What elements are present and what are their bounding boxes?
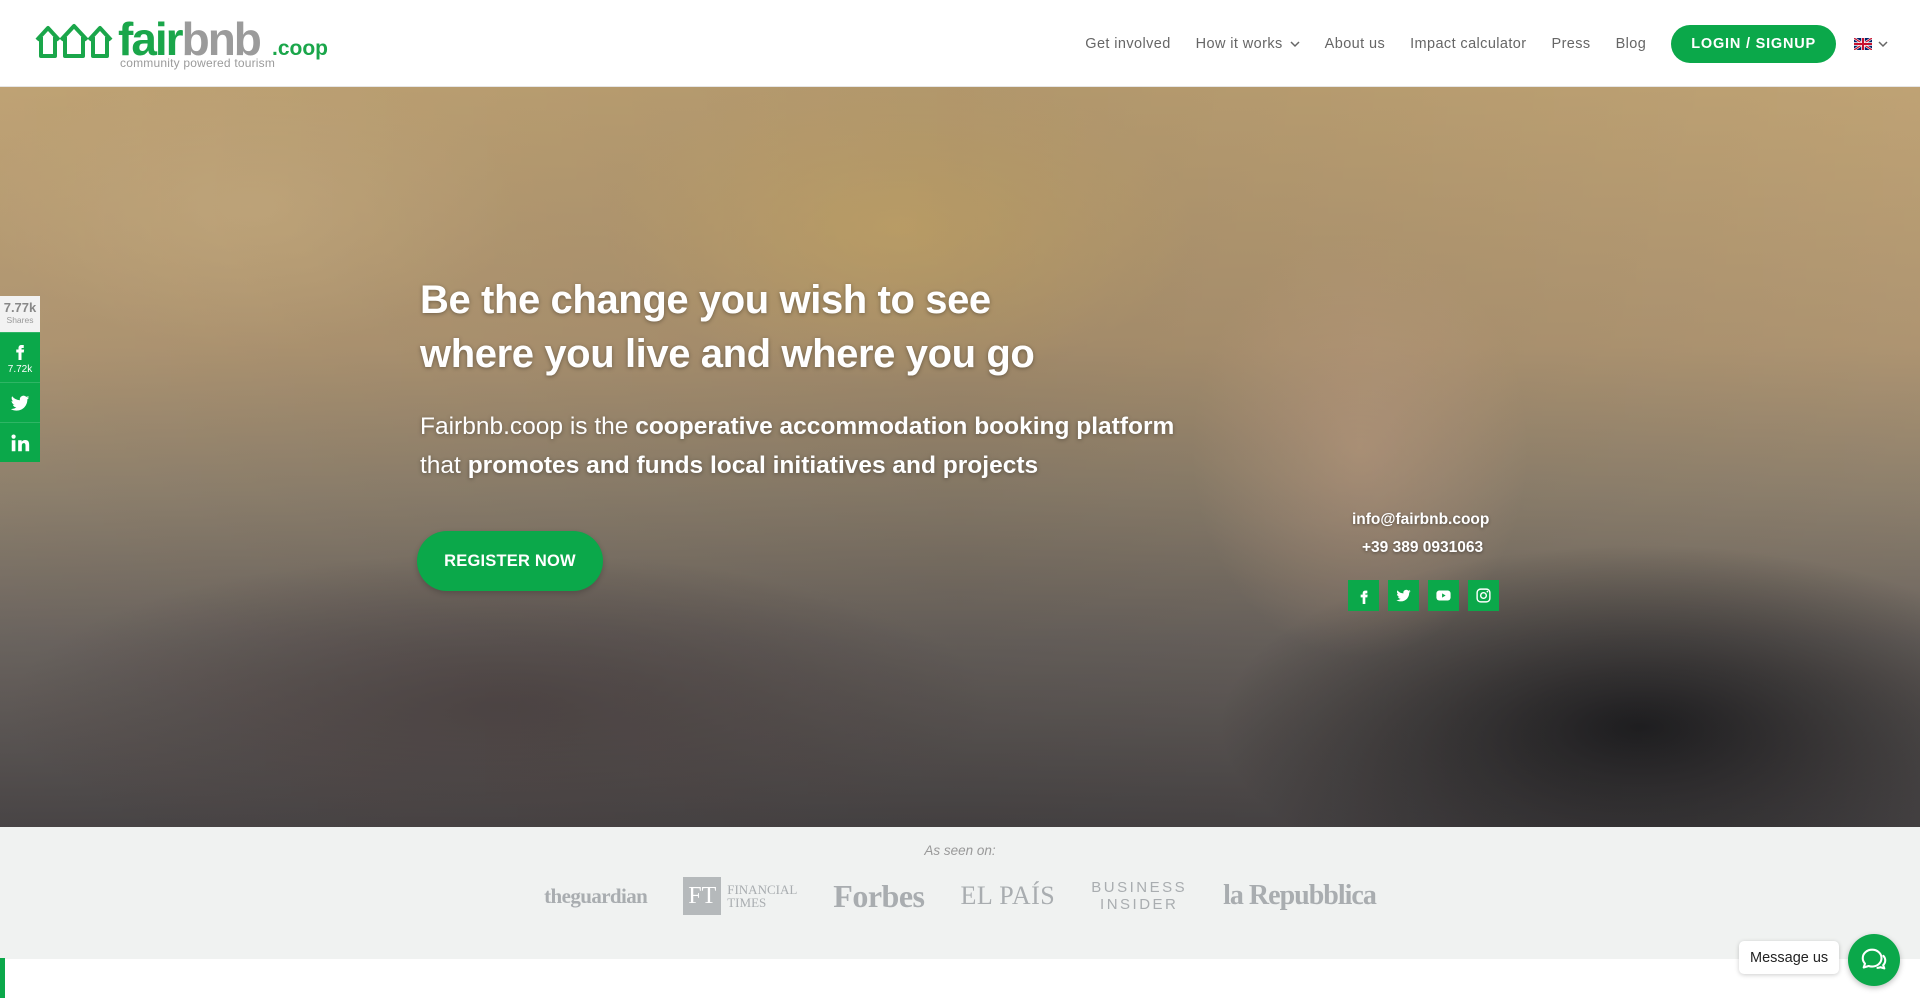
twitter-icon xyxy=(10,395,30,411)
chevron-down-icon xyxy=(1878,40,1888,47)
hero-subtitle: Fairbnb.coop is the cooperative accommod… xyxy=(420,413,1175,479)
hero-section: Be the change you wish to see where you … xyxy=(0,87,1920,827)
language-switcher[interactable] xyxy=(1854,37,1888,50)
site-header: fairbnb .coop community powered tourism … xyxy=(0,0,1920,87)
press-logos: theguardian FT FINANCIAL TIMES Forbes EL … xyxy=(0,877,1920,915)
hero-title-line-1: Be the change you wish to see xyxy=(420,278,991,322)
guardian-logo: theguardian xyxy=(544,883,648,908)
hero-title: Be the change you wish to see where you … xyxy=(420,273,1120,381)
twitter-link[interactable] xyxy=(1388,580,1419,611)
la-repubblica-logo: la Repubblica xyxy=(1223,880,1377,911)
facebook-link[interactable] xyxy=(1348,580,1379,611)
el-pais-logo: EL PAÍS xyxy=(960,881,1056,910)
nav-impact-calculator[interactable]: Impact calculator xyxy=(1410,36,1526,52)
business-insider-logo: BUSINESS INSIDER xyxy=(1091,879,1188,913)
facebook-share-count: 7.72k xyxy=(7,364,33,375)
contact-email-link[interactable]: info@fairbnb.coop xyxy=(1352,511,1489,529)
facebook-icon xyxy=(16,345,25,360)
forbes-logo: Forbes xyxy=(833,877,925,914)
logo-suffix: .coop xyxy=(272,37,328,60)
share-facebook-button[interactable]: 7.72k xyxy=(0,332,40,382)
share-total: 7.77k Shares xyxy=(0,296,40,332)
fairbnb-logo[interactable]: fairbnb .coop community powered tourism xyxy=(34,16,334,70)
press-label: As seen on: xyxy=(924,843,996,858)
linkedin-icon xyxy=(11,433,30,451)
uk-flag-icon xyxy=(1854,37,1872,50)
chat-button[interactable] xyxy=(1848,934,1900,986)
hero-title-line-2: where you live and where you go xyxy=(420,332,1035,376)
login-signup-button[interactable]: LOGIN / SIGNUP xyxy=(1671,24,1836,63)
nav-about-us[interactable]: About us xyxy=(1325,36,1385,52)
nav-get-involved[interactable]: Get involved xyxy=(1085,36,1170,52)
share-twitter-button[interactable] xyxy=(0,382,40,422)
feedback-tab[interactable] xyxy=(0,958,5,998)
chat-bubbles-icon xyxy=(1861,948,1887,970)
instagram-link[interactable] xyxy=(1468,580,1499,611)
youtube-icon xyxy=(1436,590,1451,601)
financial-times-logo: FT FINANCIAL TIMES xyxy=(683,877,797,915)
twitter-icon xyxy=(1396,589,1411,602)
instagram-icon xyxy=(1476,588,1491,603)
main-nav: Get involved How it works About us Impac… xyxy=(1060,0,1920,87)
nav-how-it-works[interactable]: How it works xyxy=(1196,36,1300,52)
logo-tagline: community powered tourism xyxy=(120,56,276,70)
register-now-button[interactable]: REGISTER NOW xyxy=(417,531,603,591)
houses-icon xyxy=(35,24,113,58)
chevron-down-icon xyxy=(1290,40,1300,47)
contact-phone-link[interactable]: +39 389 0931063 xyxy=(1362,539,1483,557)
next-section xyxy=(0,959,1920,1008)
press-section: As seen on: theguardian FT FINANCIAL TIME… xyxy=(0,827,1920,959)
share-sidebar: 7.77k Shares 7.72k xyxy=(0,296,40,462)
facebook-icon xyxy=(1360,590,1368,604)
share-linkedin-button[interactable] xyxy=(0,422,40,462)
youtube-link[interactable] xyxy=(1428,580,1459,611)
message-us-label[interactable]: Message us xyxy=(1739,941,1840,974)
nav-press[interactable]: Press xyxy=(1552,36,1591,52)
nav-blog[interactable]: Blog xyxy=(1616,36,1647,52)
social-links xyxy=(1348,580,1508,611)
